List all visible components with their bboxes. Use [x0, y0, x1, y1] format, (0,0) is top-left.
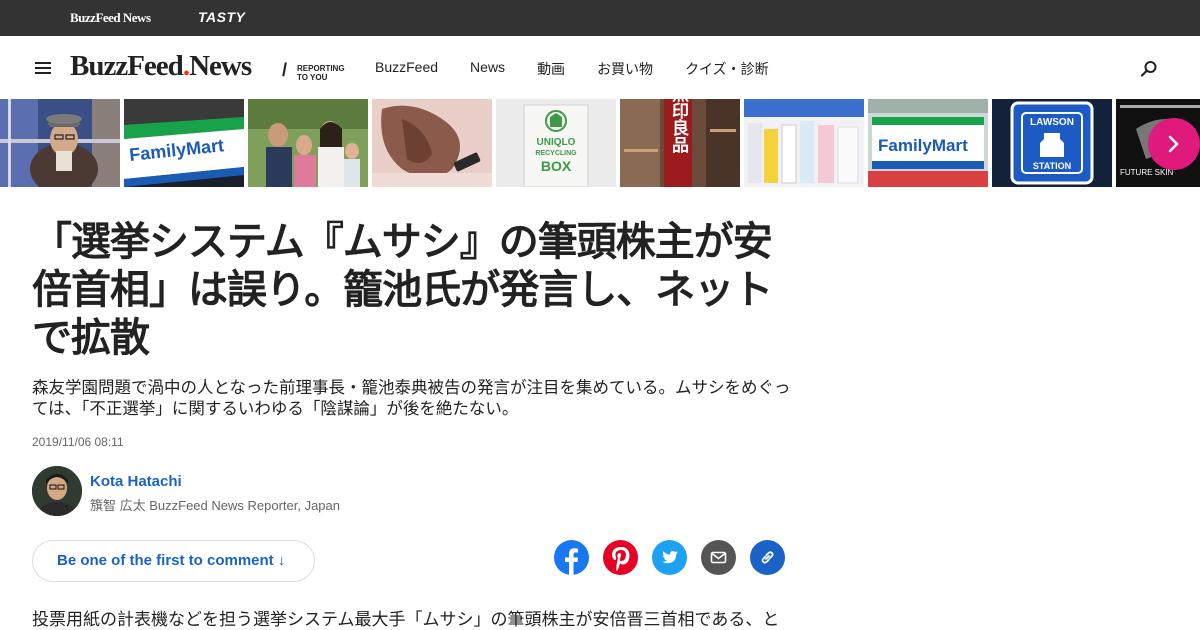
future-skin-text: FUTURE SKIN [1120, 168, 1174, 177]
share-pinterest-button[interactable] [603, 540, 638, 575]
carousel-next-button[interactable] [1148, 118, 1200, 170]
pinterest-icon [603, 540, 638, 575]
author-avatar-image [32, 466, 82, 516]
cosmetics-image [744, 99, 864, 187]
nav-quiz[interactable]: クイズ・診断 [685, 59, 769, 79]
thumb-uniqlo-box[interactable]: UNIQLO RECYCLING BOX [496, 99, 616, 187]
article-body-first-paragraph: 投票用紙の計表機などを担う選挙システム最大手「ムサシ」の筆頭株主が安倍晋三首相で… [32, 610, 780, 630]
main-nav: BuzzFeed News 動画 お買い物 クイズ・診断 [375, 59, 801, 79]
uniqlo-text-line3: BOX [541, 158, 572, 174]
tagline-line-1: REPORTING [297, 64, 345, 73]
familymart-text-2: FamilyMart [878, 136, 968, 155]
comment-button[interactable]: Be one of the first to comment ↓ [32, 540, 315, 582]
twitter-icon [652, 540, 687, 575]
nav-video[interactable]: 動画 [537, 59, 565, 79]
uniqlo-text-line2: RECYCLING [535, 150, 577, 157]
thumb-family-photo[interactable] [248, 99, 368, 187]
share-email-button[interactable] [701, 540, 736, 575]
uniqlo-text-line1: UNIQLO [537, 137, 576, 148]
nav-news[interactable]: News [470, 59, 505, 79]
chevron-right-icon [1168, 135, 1179, 153]
thumb-lawson[interactable]: LAWSON STATION [992, 99, 1112, 187]
logo-slash: / [282, 60, 288, 80]
lawson-text-line2: STATION [1033, 161, 1071, 171]
site-logo[interactable]: BuzzFeed.News [70, 50, 252, 83]
tasty-network-link[interactable]: TASTY [198, 9, 245, 25]
facebook-icon [554, 540, 589, 575]
link-icon [750, 540, 785, 575]
author-name-link[interactable]: Kota Hatachi [90, 473, 182, 490]
lawson-station-image: LAWSON STATION [992, 99, 1112, 187]
uniqlo-recycling-box-image: UNIQLO RECYCLING BOX [496, 99, 616, 187]
nav-buzzfeed[interactable]: BuzzFeed [375, 59, 438, 79]
man-glasses-image [0, 99, 120, 187]
share-copylink-button[interactable] [750, 540, 785, 575]
buzzfeed-news-network-link[interactable]: BuzzFeed News [70, 10, 151, 26]
comment-button-label: Be one of the first to comment ↓ [57, 552, 286, 569]
familymart-sign-image: FamilyMart [124, 99, 244, 187]
thumb-familymart-2[interactable]: FamilyMart [868, 99, 988, 187]
author-avatar[interactable] [32, 466, 82, 516]
article-headline: 「選挙システム『ムサシ』の筆頭株主が安倍首相」は誤り。籠池氏が発言し、ネットで拡… [32, 219, 773, 361]
network-bar: BuzzFeed News TASTY [0, 0, 1200, 36]
thumb-hair-bed[interactable] [372, 99, 492, 187]
trending-carousel: FamilyMart UNIQLO RECYCLING BOX 無印良品 Fam… [0, 99, 1200, 187]
logo-news: News [189, 50, 252, 82]
thumb-familymart-1[interactable]: FamilyMart [124, 99, 244, 187]
tagline-line-2: TO YOU [297, 73, 328, 82]
site-header: BuzzFeed.News / REPORTING TO YOU BuzzFee… [0, 36, 1200, 99]
share-twitter-button[interactable] [652, 540, 687, 575]
thumb-muji[interactable]: 無印良品 [620, 99, 740, 187]
family-photo-image [248, 99, 368, 187]
logo-tagline: REPORTING TO YOU [297, 64, 357, 82]
nav-shopping[interactable]: お買い物 [597, 59, 653, 79]
thumb-cosmetics[interactable] [744, 99, 864, 187]
article-timestamp: 2019/11/06 08:11 [32, 435, 124, 449]
menu-icon[interactable] [35, 62, 51, 74]
share-facebook-button[interactable] [554, 540, 589, 575]
search-icon[interactable] [1140, 60, 1158, 78]
muji-text: 無印良品 [668, 99, 689, 154]
email-icon [701, 540, 736, 575]
hair-bed-image [372, 99, 492, 187]
muji-sign-image: 無印良品 [620, 99, 740, 187]
article-dek: 森友学園問題で渦中の人となった前理事長・籠池泰典被告の発言が注目を集めている。ム… [32, 378, 791, 418]
lawson-text-line1: LAWSON [1030, 117, 1074, 128]
author-title: 籏智 広太 BuzzFeed News Reporter, Japan [90, 498, 340, 513]
thumb-man-glasses[interactable] [0, 99, 120, 187]
familymart-store-image: FamilyMart [868, 99, 988, 187]
logo-main: BuzzFeed [70, 50, 184, 82]
